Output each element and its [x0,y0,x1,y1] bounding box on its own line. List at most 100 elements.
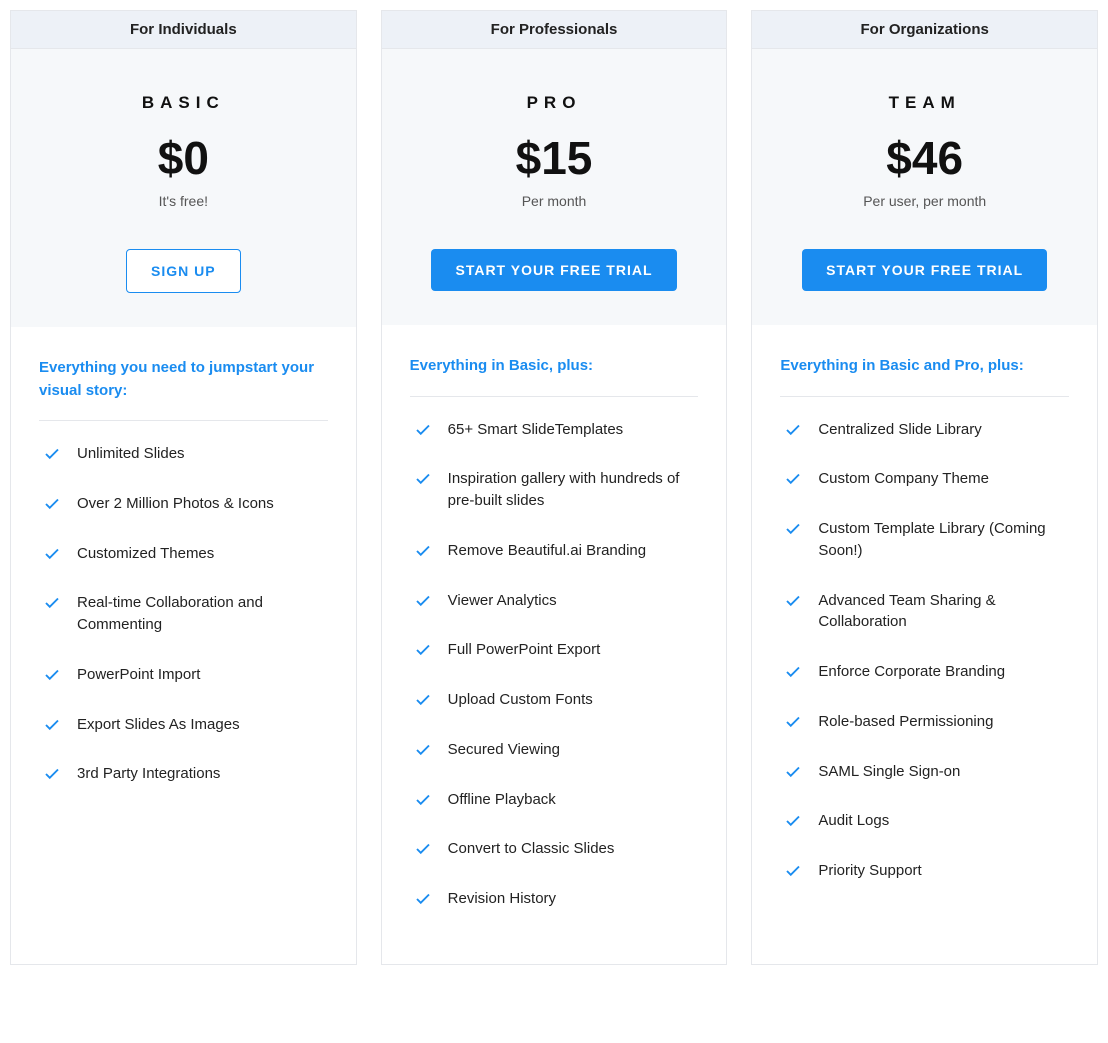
feature-item: Priority Support [780,846,1069,896]
feature-list: Centralized Slide Library Custom Company … [780,405,1069,896]
check-icon [414,421,432,439]
feature-label: Revision History [448,888,556,910]
plan-body: Everything in Basic and Pro, plus: Centr… [752,325,1097,936]
feature-item: Upload Custom Fonts [410,675,699,725]
feature-label: Convert to Classic Slides [448,838,615,860]
check-icon [784,763,802,781]
plan-sub: Per month [402,193,707,209]
check-icon [414,840,432,858]
plan-audience: For Organizations [752,11,1097,49]
plan-intro: Everything you need to jumpstart your vi… [39,357,328,421]
plan-intro: Everything in Basic and Pro, plus: [780,355,1069,397]
check-icon [784,713,802,731]
plan-name: PRO [402,93,707,113]
feature-label: Secured Viewing [448,739,560,761]
feature-item: Custom Company Theme [780,454,1069,504]
feature-item: 3rd Party Integrations [39,749,328,799]
plan-top: PRO $15 Per month START YOUR FREE TRIAL [382,49,727,325]
plan-price: $0 [31,135,336,181]
feature-label: Offline Playback [448,789,556,811]
plan-team: For Organizations TEAM $46 Per user, per… [751,10,1098,965]
feature-item: Viewer Analytics [410,576,699,626]
plan-top: BASIC $0 It's free! SIGN UP [11,49,356,327]
plan-top: TEAM $46 Per user, per month START YOUR … [752,49,1097,325]
plan-price: $46 [772,135,1077,181]
feature-item: Role-based Permissioning [780,697,1069,747]
feature-label: Over 2 Million Photos & Icons [77,493,274,515]
feature-item: Over 2 Million Photos & Icons [39,479,328,529]
check-icon [784,592,802,610]
feature-item: Audit Logs [780,796,1069,846]
feature-label: Inspiration gallery with hundreds of pre… [448,468,695,512]
feature-label: Centralized Slide Library [818,419,981,441]
feature-item: Full PowerPoint Export [410,625,699,675]
plan-name: TEAM [772,93,1077,113]
check-icon [784,421,802,439]
plan-audience: For Individuals [11,11,356,49]
check-icon [784,812,802,830]
feature-label: Enforce Corporate Branding [818,661,1005,683]
feature-label: Full PowerPoint Export [448,639,601,661]
feature-item: Enforce Corporate Branding [780,647,1069,697]
signup-button[interactable]: SIGN UP [126,249,241,293]
plan-price: $15 [402,135,707,181]
plan-sub: Per user, per month [772,193,1077,209]
check-icon [43,594,61,612]
plan-sub: It's free! [31,193,336,209]
check-icon [43,716,61,734]
feature-item: Customized Themes [39,529,328,579]
feature-list: 65+ Smart SlideTemplates Inspiration gall… [410,405,699,924]
feature-item: Export Slides As Images [39,700,328,750]
feature-list: Unlimited Slides Over 2 Million Photos & … [39,429,328,799]
check-icon [414,741,432,759]
check-icon [414,890,432,908]
feature-label: Audit Logs [818,810,889,832]
start-trial-button[interactable]: START YOUR FREE TRIAL [431,249,676,291]
check-icon [784,470,802,488]
feature-label: Custom Template Library (Coming Soon!) [818,518,1065,562]
plan-audience: For Professionals [382,11,727,49]
pricing-plans: For Individuals BASIC $0 It's free! SIGN… [10,10,1098,965]
feature-label: SAML Single Sign-on [818,761,960,783]
check-icon [414,641,432,659]
plan-body: Everything you need to jumpstart your vi… [11,327,356,839]
check-icon [784,862,802,880]
feature-label: Custom Company Theme [818,468,989,490]
check-icon [43,765,61,783]
check-icon [414,542,432,560]
feature-item: Unlimited Slides [39,429,328,479]
feature-label: Customized Themes [77,543,214,565]
feature-label: Viewer Analytics [448,590,557,612]
start-trial-button[interactable]: START YOUR FREE TRIAL [802,249,1047,291]
check-icon [784,520,802,538]
feature-item: Secured Viewing [410,725,699,775]
check-icon [414,592,432,610]
feature-item: Convert to Classic Slides [410,824,699,874]
check-icon [784,663,802,681]
check-icon [43,495,61,513]
feature-label: Remove Beautiful.ai Branding [448,540,646,562]
feature-label: Export Slides As Images [77,714,240,736]
feature-label: 65+ Smart SlideTemplates [448,419,624,441]
plan-basic: For Individuals BASIC $0 It's free! SIGN… [10,10,357,965]
feature-item: Centralized Slide Library [780,405,1069,455]
feature-item: Custom Template Library (Coming Soon!) [780,504,1069,576]
check-icon [414,470,432,488]
feature-item: Real-time Collaboration and Commenting [39,578,328,650]
check-icon [43,445,61,463]
check-icon [414,791,432,809]
feature-item: Revision History [410,874,699,924]
feature-item: Remove Beautiful.ai Branding [410,526,699,576]
check-icon [414,691,432,709]
feature-item: Offline Playback [410,775,699,825]
feature-label: PowerPoint Import [77,664,200,686]
plan-body: Everything in Basic, plus: 65+ Smart Sli… [382,325,727,964]
plan-name: BASIC [31,93,336,113]
check-icon [43,666,61,684]
feature-item: 65+ Smart SlideTemplates [410,405,699,455]
feature-label: Real-time Collaboration and Commenting [77,592,324,636]
plan-pro: For Professionals PRO $15 Per month STAR… [381,10,728,965]
feature-label: 3rd Party Integrations [77,763,220,785]
plan-intro: Everything in Basic, plus: [410,355,699,397]
feature-label: Priority Support [818,860,921,882]
